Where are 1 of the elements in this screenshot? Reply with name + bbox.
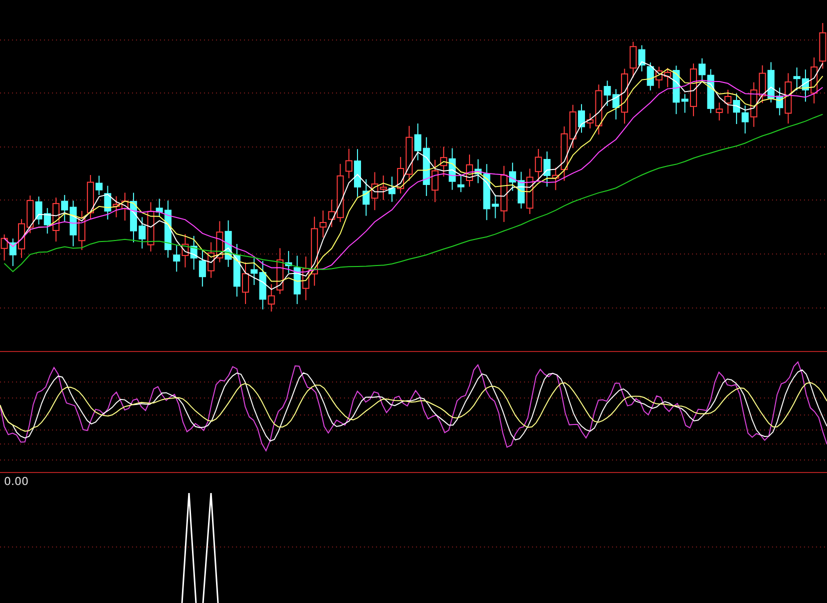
indicator-value: 0.00 — [3, 474, 28, 488]
